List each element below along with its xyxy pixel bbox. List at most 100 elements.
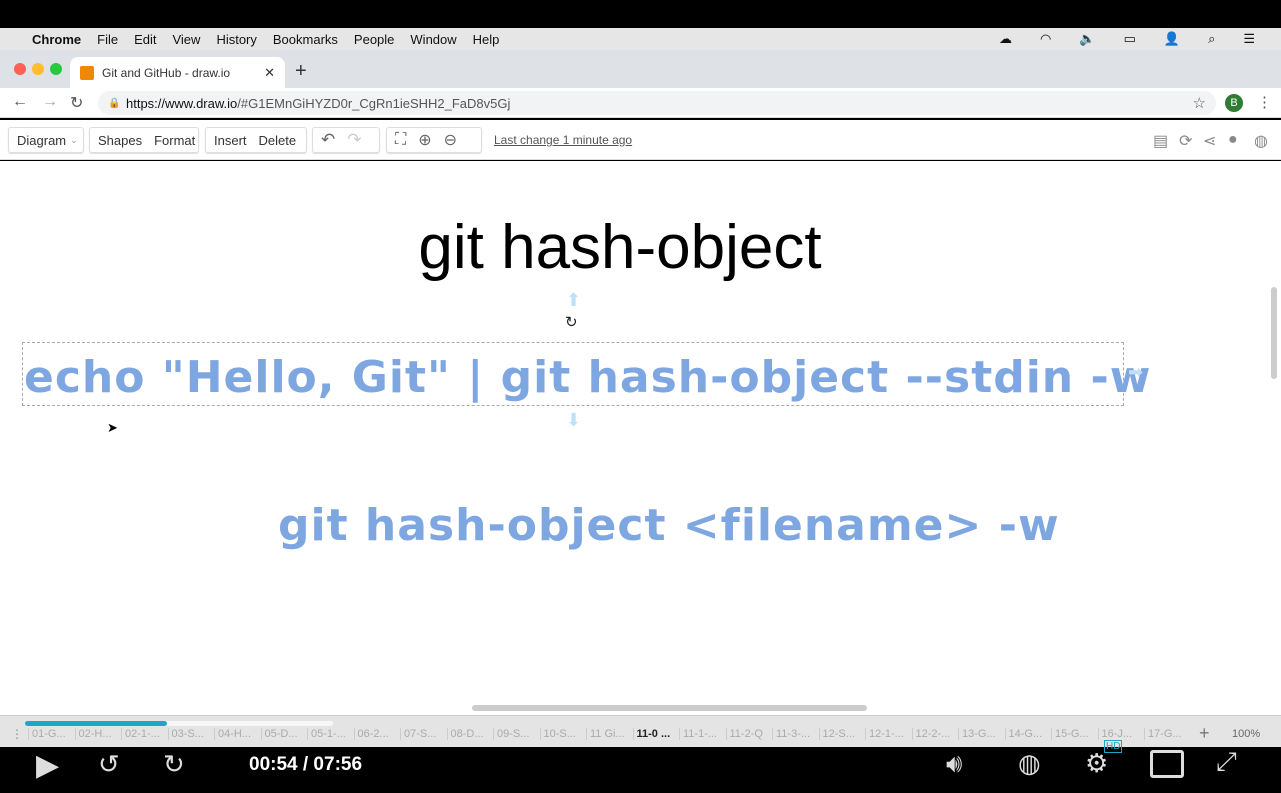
lock-icon: 🔒 — [108, 97, 121, 109]
zoom-out-icon[interactable]: ⊖ — [444, 130, 457, 150]
mac-menubar: Chrome File Edit View History Bookmarks … — [0, 28, 1281, 50]
insert-button[interactable]: Insert — [214, 133, 247, 148]
share-icon[interactable]: ⋖ — [1203, 131, 1216, 151]
delete-button[interactable]: Delete — [259, 133, 297, 148]
page-tab[interactable]: 13-G... — [958, 728, 1004, 740]
wifi-icon[interactable]: ◠ — [1040, 31, 1051, 47]
diagram-menu-button[interactable]: Diagram ⌄ — [8, 127, 84, 153]
search-icon[interactable]: ⌕ — [1208, 31, 1215, 47]
page-tab[interactable]: 17-G... — [1144, 728, 1190, 740]
zoom-in-icon[interactable]: ⊕ — [418, 130, 431, 150]
forward-10-icon[interactable]: ↻ — [163, 749, 185, 780]
minimize-window-button[interactable] — [32, 63, 44, 75]
profile-avatar[interactable]: B — [1225, 94, 1243, 112]
fullscreen-expand-icon[interactable]: ⤢ — [1216, 746, 1237, 778]
cloud-icon[interactable]: ☁ — [999, 31, 1012, 47]
menu-help[interactable]: Help — [473, 32, 500, 47]
horizontal-scrollbar[interactable] — [472, 705, 867, 711]
page-tab[interactable]: 01-G... — [28, 728, 74, 740]
zoom-level[interactable]: 100% — [1232, 728, 1260, 740]
fullscreen-icon[interactable]: ⛶ — [395, 131, 406, 149]
menu-view[interactable]: View — [172, 32, 200, 47]
maximize-window-button[interactable] — [50, 63, 62, 75]
command-echo-text[interactable]: echo "Hello, Git" | git hash-object --st… — [24, 352, 1151, 403]
connect-arrow-up-icon[interactable]: ⬆ — [566, 290, 581, 311]
volume-icon[interactable]: 🔊︎ — [946, 748, 962, 780]
drawio-favicon-icon — [80, 65, 94, 80]
page-tab[interactable]: 07-S... — [400, 728, 446, 740]
tab-title: Git and GitHub - draw.io — [102, 65, 231, 80]
close-window-button[interactable] — [14, 63, 26, 75]
video-time: 00:54 / 07:56 — [249, 754, 363, 775]
globe-icon[interactable]: ◍ — [1254, 131, 1268, 151]
url-input[interactable]: 🔒 https://www.draw.io/#G1EMnGiHYZD0r_CgR… — [98, 91, 1216, 115]
video-progress-bar[interactable] — [25, 721, 167, 726]
comment-icon[interactable]: ▤ — [1153, 131, 1168, 151]
add-page-icon[interactable]: + — [1199, 723, 1210, 744]
page-tab[interactable]: 11 Gi... — [586, 728, 632, 740]
mouse-cursor-icon: ➤ — [107, 420, 118, 435]
page-tab[interactable]: 05-1-... — [307, 728, 353, 740]
rewind-10-icon[interactable]: ↺ — [98, 749, 120, 780]
page-tab[interactable]: 11-0 ... — [632, 728, 679, 740]
last-change-link[interactable]: Last change 1 minute ago — [494, 133, 632, 147]
redo-icon[interactable]: ↷ — [347, 130, 361, 150]
chevron-down-icon: ⌄ — [70, 134, 78, 145]
volume-icon[interactable]: 🔈 — [1079, 31, 1095, 47]
page-tab[interactable]: 12-S... — [818, 728, 865, 740]
page-tab[interactable]: 04-H... — [214, 728, 260, 740]
connect-arrow-down-icon[interactable]: ⬇ — [566, 410, 581, 431]
user-icon[interactable]: 👤 — [1164, 31, 1180, 47]
back-icon[interactable]: ← — [12, 93, 28, 111]
menu-history[interactable]: History — [216, 32, 256, 47]
menu-edit[interactable]: Edit — [134, 32, 156, 47]
shapes-button[interactable]: Shapes — [98, 133, 142, 148]
format-button[interactable]: Format — [154, 133, 195, 148]
forward-icon[interactable]: → — [42, 93, 58, 111]
bookmark-star-icon[interactable]: ☆ — [1193, 94, 1206, 112]
url-host: https://www.draw.io — [126, 95, 238, 111]
page-tab[interactable]: 03-S... — [167, 728, 214, 740]
vertical-scrollbar[interactable] — [1271, 287, 1277, 379]
page-tab[interactable]: 08-D... — [446, 728, 493, 740]
command-filename-text[interactable]: git hash-object <filename> -w — [278, 500, 1060, 551]
menu-window[interactable]: Window — [410, 32, 456, 47]
page-tab[interactable]: 11-1-... — [679, 728, 725, 740]
page-tab[interactable]: 02-1-... — [121, 728, 167, 740]
page-tab[interactable]: 14-G... — [1004, 728, 1051, 740]
language-globe-icon[interactable]: ◍ — [1018, 748, 1041, 779]
close-tab-icon[interactable]: ✕ — [264, 65, 275, 81]
page-tab[interactable]: 06-2... — [353, 728, 400, 740]
sync-icon[interactable]: ⟳ — [1179, 131, 1192, 151]
page-tab[interactable]: 12-2-... — [911, 728, 958, 740]
page-tab[interactable]: 09-S... — [493, 728, 539, 740]
menu-file[interactable]: File — [97, 32, 118, 47]
more-menu-icon[interactable]: ⋮ — [1257, 93, 1272, 111]
menu-app[interactable]: Chrome — [32, 32, 81, 47]
page-tab[interactable]: 10-S... — [539, 728, 586, 740]
page-tab[interactable]: 11-2-Q — [725, 728, 772, 740]
connect-arrow-right-icon[interactable]: ➡ — [1128, 362, 1143, 383]
reload-icon[interactable]: ↻ — [70, 93, 83, 113]
diagram-title-text[interactable]: git hash-object — [0, 212, 1240, 283]
page-tab[interactable]: 12-1-... — [865, 728, 911, 740]
pages-menu-icon[interactable]: ⋮ — [11, 727, 23, 741]
play-icon[interactable]: ▶ — [36, 748, 59, 783]
battery-icon[interactable]: ▭ — [1124, 31, 1136, 47]
new-tab-button[interactable]: + — [295, 60, 307, 83]
menu-bookmarks[interactable]: Bookmarks — [273, 32, 338, 47]
page-tab[interactable]: 05-D... — [260, 728, 307, 740]
user-icon[interactable]: ● — [1228, 131, 1238, 149]
page-tab[interactable]: 16-J... — [1097, 728, 1144, 740]
picture-in-picture-icon[interactable] — [1150, 750, 1184, 778]
url-path: /#G1EMnGiHYZD0r_CgRn1ieSHH2_FaD8v5Gj — [237, 95, 511, 111]
page-tab[interactable]: 02-H... — [74, 728, 121, 740]
diagram-label: Diagram — [17, 132, 67, 148]
rotate-handle-icon[interactable]: ↻ — [565, 313, 578, 331]
menu-people[interactable]: People — [354, 32, 394, 47]
page-tab[interactable]: 11-3-... — [772, 728, 818, 740]
list-icon[interactable]: ☰ — [1243, 31, 1255, 47]
browser-tab[interactable]: Git and GitHub - draw.io ✕ — [70, 57, 285, 88]
page-tab[interactable]: 15-G... — [1051, 728, 1097, 740]
undo-icon[interactable]: ↶ — [321, 130, 335, 150]
